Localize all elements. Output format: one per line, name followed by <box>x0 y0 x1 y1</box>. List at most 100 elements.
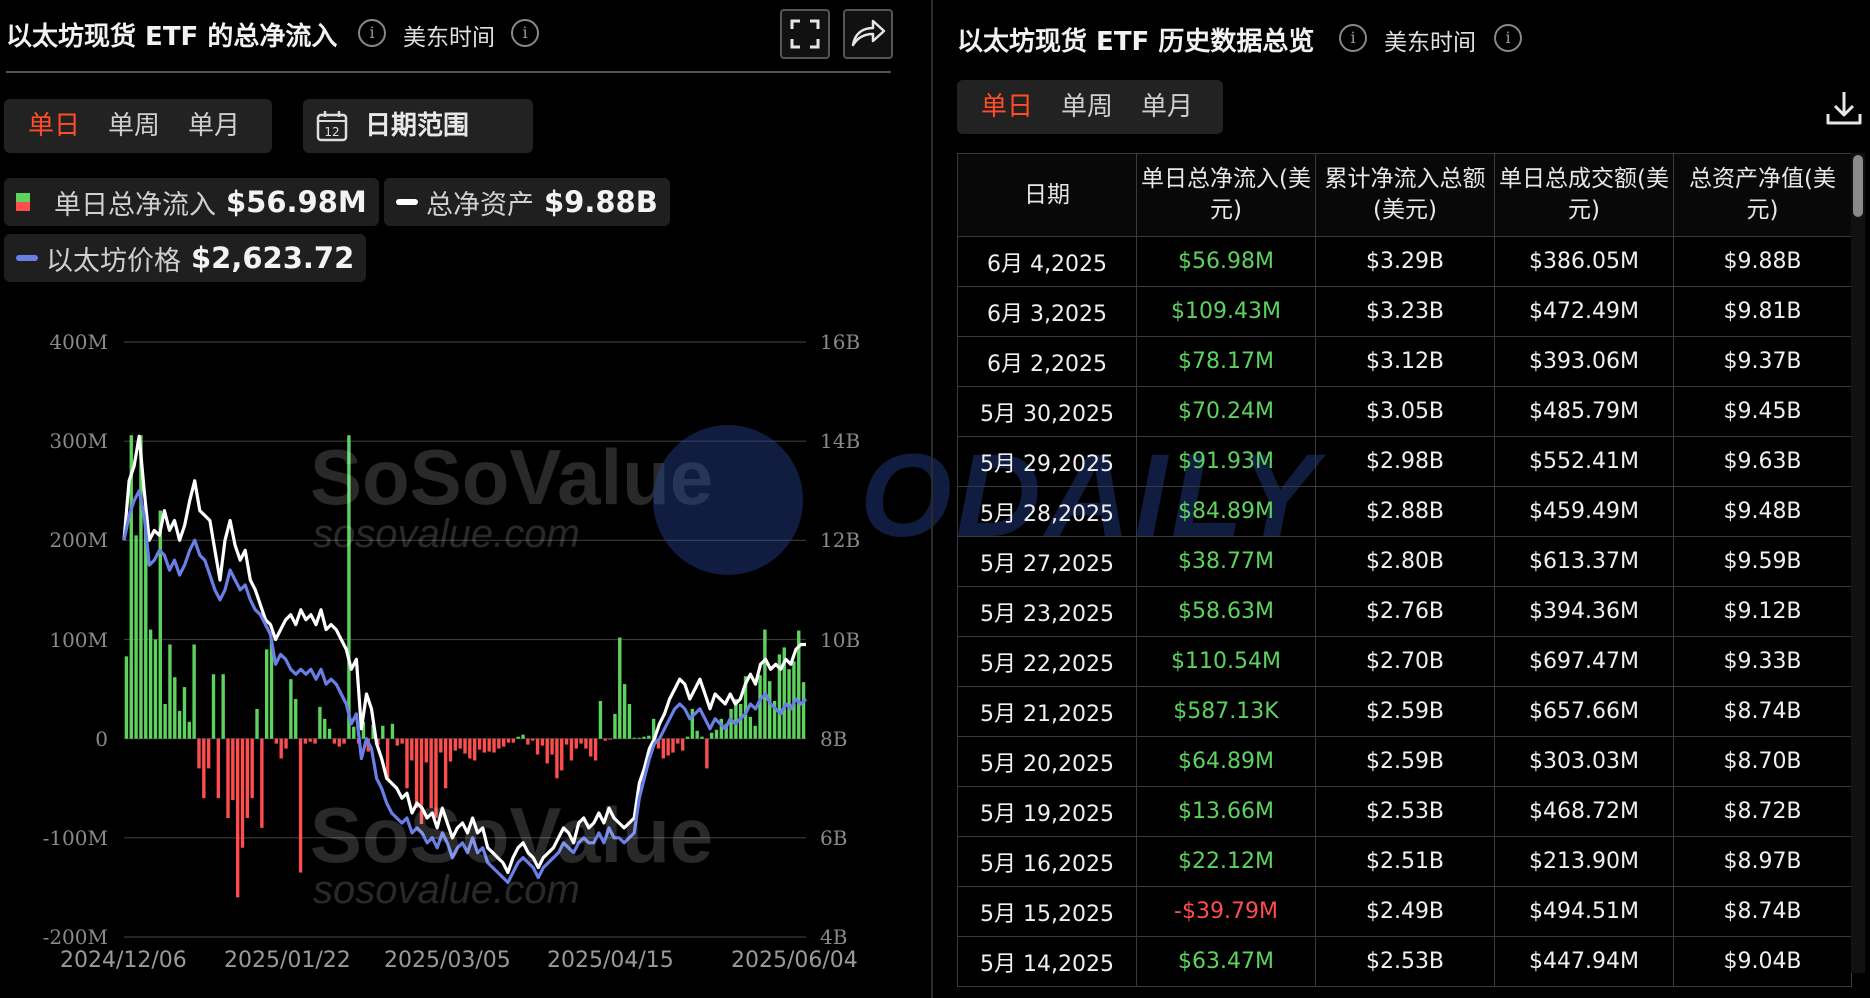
inflow-bar[interactable] <box>463 738 467 754</box>
inflow-bar[interactable] <box>622 684 627 739</box>
inflow-bar[interactable] <box>540 738 545 746</box>
inflow-bar[interactable] <box>395 738 399 746</box>
inflow-bar[interactable] <box>506 738 511 743</box>
inflow-bar[interactable] <box>584 738 588 749</box>
inflow-bar[interactable] <box>279 738 283 759</box>
inflow-bar[interactable] <box>685 736 690 739</box>
inflow-bar[interactable] <box>274 738 279 744</box>
inflow-bar[interactable] <box>603 738 607 741</box>
inflow-bar[interactable] <box>472 738 477 761</box>
inflow-bar[interactable] <box>313 738 317 744</box>
tab-daily[interactable]: 单日 <box>967 80 1047 134</box>
inflow-bar[interactable] <box>342 738 346 744</box>
inflow-bar[interactable] <box>284 738 288 749</box>
inflow-bar[interactable] <box>182 687 187 739</box>
inflow-bar[interactable] <box>255 708 259 739</box>
inflow-bar[interactable] <box>260 738 264 828</box>
inflow-bar[interactable] <box>482 738 487 753</box>
inflow-bar[interactable] <box>197 738 201 769</box>
inflow-bar[interactable] <box>589 738 593 757</box>
inflow-bar[interactable] <box>758 675 762 739</box>
inflow-bar[interactable] <box>250 738 254 799</box>
legend-inflow[interactable]: 单日总净流入 $56.98M <box>4 178 379 226</box>
inflow-bar[interactable] <box>231 738 235 801</box>
inflow-bar[interactable] <box>124 656 129 739</box>
inflow-bar[interactable] <box>593 738 598 761</box>
inflow-bar[interactable] <box>235 738 240 898</box>
inflow-bar[interactable] <box>560 738 564 771</box>
inflow-bar[interactable] <box>613 713 617 739</box>
scrollbar-thumb[interactable] <box>1853 155 1863 217</box>
inflow-bar[interactable] <box>497 738 501 749</box>
tab-daily[interactable]: 单日 <box>14 99 94 153</box>
inflow-bar[interactable] <box>555 738 559 779</box>
inflow-bar[interactable] <box>768 681 772 739</box>
inflow-bar[interactable] <box>545 738 549 764</box>
inflow-bar[interactable] <box>414 738 419 809</box>
inflow-bar[interactable] <box>637 737 641 739</box>
column-header[interactable]: 单日总成交额(美元) <box>1494 153 1674 237</box>
inflow-bar[interactable] <box>535 738 540 755</box>
inflow-bar[interactable] <box>405 738 409 789</box>
inflow-bar[interactable] <box>521 734 525 739</box>
inflow-bar[interactable] <box>221 674 225 739</box>
legend-assets[interactable]: 总净资产 $9.88B <box>384 178 670 226</box>
inflow-bar[interactable] <box>618 637 622 739</box>
inflow-bar[interactable] <box>642 736 646 739</box>
inflow-bar[interactable] <box>531 738 535 741</box>
inflow-bar[interactable] <box>352 726 356 739</box>
inflow-bar[interactable] <box>187 721 191 739</box>
inflow-bar[interactable] <box>671 738 675 753</box>
inflow-bar[interactable] <box>511 738 516 743</box>
inflow-bar[interactable] <box>763 629 767 739</box>
inflow-bar[interactable] <box>492 738 496 753</box>
inflow-bar[interactable] <box>303 738 308 744</box>
inflow-bar[interactable] <box>323 718 327 739</box>
download-button[interactable] <box>1824 88 1864 132</box>
inflow-bar[interactable] <box>163 703 167 739</box>
inflow-bar[interactable] <box>390 723 395 739</box>
inflow-bar[interactable] <box>400 738 404 744</box>
inflow-bar[interactable] <box>680 738 685 751</box>
inflow-bar[interactable] <box>526 738 530 745</box>
inflow-bar[interactable] <box>318 706 322 739</box>
tab-monthly[interactable]: 单月 <box>1127 80 1207 134</box>
inflow-bar[interactable] <box>264 649 269 739</box>
inflow-bar[interactable] <box>206 738 211 769</box>
legend-price[interactable]: 以太坊价格 $2,623.72 <box>4 234 367 282</box>
inflow-bar[interactable] <box>153 639 158 739</box>
inflow-bar[interactable] <box>298 738 303 873</box>
info-icon[interactable]: i <box>511 19 539 47</box>
info-icon[interactable]: i <box>358 19 386 47</box>
inflow-bar[interactable] <box>458 738 462 749</box>
tab-monthly[interactable]: 单月 <box>174 99 254 153</box>
inflow-bar[interactable] <box>627 703 632 739</box>
tab-weekly[interactable]: 单周 <box>1047 80 1127 134</box>
inflow-bar[interactable] <box>569 738 574 761</box>
info-icon[interactable]: i <box>1494 24 1522 52</box>
inflow-bar[interactable] <box>429 738 433 809</box>
inflow-bar[interactable] <box>337 738 341 747</box>
inflow-bar[interactable] <box>598 700 603 739</box>
inflow-bar[interactable] <box>608 738 612 740</box>
column-header[interactable]: 日期 <box>957 153 1137 237</box>
inflow-bar[interactable] <box>216 738 221 799</box>
inflow-bar[interactable] <box>729 708 733 739</box>
inflow-bar[interactable] <box>434 738 438 818</box>
inflow-bar[interactable] <box>477 738 482 750</box>
inflow-bar[interactable] <box>502 738 506 747</box>
inflow-bar[interactable] <box>700 736 704 739</box>
inflow-bar[interactable] <box>134 535 138 739</box>
inflow-bar[interactable] <box>448 738 453 762</box>
inflow-bar[interactable] <box>632 737 636 739</box>
inflow-bar[interactable] <box>705 738 709 769</box>
inflow-bar[interactable] <box>487 738 491 752</box>
column-header[interactable]: 累计净流入总额(美元) <box>1315 153 1495 237</box>
column-header[interactable]: 总资产净值(美元) <box>1673 153 1852 237</box>
inflow-bar[interactable] <box>148 629 153 739</box>
inflow-bar[interactable] <box>468 738 472 759</box>
inflow-bar[interactable] <box>192 644 196 739</box>
inflow-bar[interactable] <box>245 738 250 818</box>
inflow-bar[interactable] <box>308 738 312 742</box>
inflow-bar[interactable] <box>801 682 806 739</box>
